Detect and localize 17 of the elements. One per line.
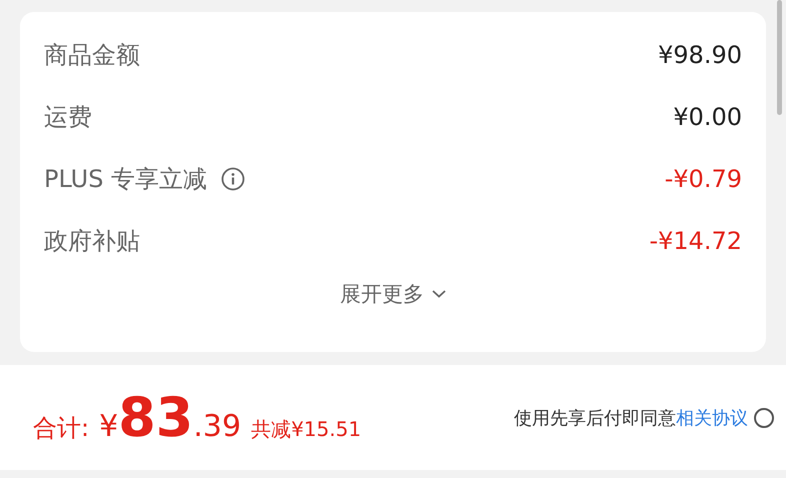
row-amount: -¥14.72 (649, 227, 742, 255)
row-label: 商品金额 (44, 40, 140, 71)
agree-checkbox[interactable] (754, 408, 774, 428)
row-amount: -¥0.79 (664, 165, 742, 193)
agreement-text: 使用先享后付即同意相关协议 (514, 406, 748, 430)
row-amount: ¥0.00 (673, 103, 742, 131)
chevron-icon (432, 290, 446, 298)
row-label: PLUS 专享立减 (44, 164, 208, 195)
expand-more-button[interactable]: 展开更多 (340, 274, 446, 314)
row-label: 运费 (44, 102, 92, 133)
savings-amount: 共减¥15.51 (251, 416, 362, 443)
info-icon[interactable] (221, 167, 246, 191)
total-amount: ¥83.39 (99, 386, 242, 449)
agreement-link[interactable]: 相关协议 (676, 408, 748, 428)
row-label: 政府补贴 (44, 226, 140, 257)
total-label: 合计: (33, 413, 90, 444)
row-amount: ¥98.90 (658, 41, 742, 69)
